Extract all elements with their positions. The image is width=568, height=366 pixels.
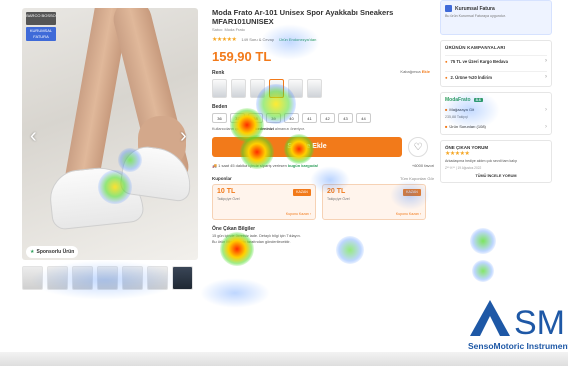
color-swatches xyxy=(212,79,434,98)
color-swatch-selected[interactable] xyxy=(269,79,284,98)
invoice-icon xyxy=(445,5,452,12)
store-link-row[interactable]: ■ Ürün Sorunları (108) › xyxy=(445,124,547,130)
size-label: Beden xyxy=(212,104,228,110)
store-score: 8.6 xyxy=(473,98,483,102)
thumbnail-image[interactable] xyxy=(147,266,168,290)
thumbnail-image[interactable] xyxy=(47,266,68,290)
store-icon: ■ xyxy=(445,107,448,112)
product-image-gallery[interactable]: BARCO BOSSO KURUMSAL FATURA ‹ › ★ Sponsor… xyxy=(22,8,198,260)
origin-label: Ürün Endonezya'dan xyxy=(279,37,317,42)
store-card: ModaFrato 8.6 ■ Mağazaya Git › 235,88 Takip… xyxy=(440,92,552,135)
coupon-desc: Takipçiye Özel xyxy=(327,197,350,201)
seller-badge: BARCO BOSSO xyxy=(26,12,56,25)
feature-item: Bu ürün Moda Frato tarafından gönderilec… xyxy=(212,240,291,244)
rating-row: ★★★★★ 149 Soru & Cevap Ürün Endonezya'da… xyxy=(212,36,434,43)
right-sidebar: Kurumsal Fatura Bu ürün Kurumsal Faturay… xyxy=(440,0,552,278)
smi-brand-name: SensoMotoric Instruments xyxy=(468,341,568,351)
review-card: ÖNE ÇIKAN YORUM ★★★★★ Arkadaşıma hediye … xyxy=(440,140,552,183)
features-title: Öne Çıkan Bilgiler xyxy=(212,226,256,232)
campaigns-card: ÜRÜNÜN KAMPANYALARI ● 75 TL ve Üzeri Karg… xyxy=(440,40,552,87)
questions-icon: ■ xyxy=(445,124,448,129)
size-option[interactable]: 44 xyxy=(356,113,371,123)
coupon-claim-tag[interactable]: KAZAN xyxy=(403,189,421,196)
thumbnail-image[interactable] xyxy=(122,266,143,290)
campaign-tag-icon: ● xyxy=(445,58,448,64)
rating-stars-icon[interactable]: ★★★★★ xyxy=(212,36,237,43)
campaigns-head: ÜRÜNÜN KAMPANYALARI xyxy=(445,45,506,50)
gallery-prev-arrow-icon[interactable]: ‹ xyxy=(30,126,37,146)
truck-icon: 🚚 xyxy=(212,163,217,168)
product-price: 159,90 TL xyxy=(212,49,272,64)
collection-add-link[interactable]: Kabağımca Ekle xyxy=(400,69,430,74)
size-option[interactable]: 41 xyxy=(302,113,317,123)
sponsored-star-icon: ★ xyxy=(30,249,35,255)
color-swatch[interactable] xyxy=(212,79,227,98)
size-option[interactable]: 39 xyxy=(266,113,281,123)
coupon-list: 10 TL KAZAN Takipçiye Özel Kuponu Kazan … xyxy=(212,184,434,220)
coupon-claim-link[interactable]: Kuponu Kazan › xyxy=(286,212,311,216)
thumbnail-image[interactable] xyxy=(22,266,43,290)
all-coupons-link[interactable]: Tüm Kuponları Gör xyxy=(400,176,434,181)
size-option[interactable]: 42 xyxy=(320,113,335,123)
product-info: Moda Frato Ar-101 Unisex Spor Ayakkabı S… xyxy=(212,8,434,308)
seller-link[interactable]: Satıcı: Moda Frato xyxy=(212,27,434,32)
gallery-next-arrow-icon[interactable]: › xyxy=(180,126,187,146)
sponsored-text: Sponsorlu Ürün xyxy=(36,249,75,255)
corporate-sub: Bu ürün Kurumsal Faturaya uygundur. xyxy=(445,14,506,18)
size-recommendation: Kullanıcıların çoğu kendi bedeninizi alm… xyxy=(212,127,305,131)
size-option[interactable]: 43 xyxy=(338,113,353,123)
thumbnail-strip xyxy=(22,266,198,290)
sponsored-label: ★ Sponsorlu Ürün xyxy=(26,246,79,258)
size-option[interactable]: 36 xyxy=(212,113,227,123)
favorite-heart-icon[interactable]: ♡ xyxy=(408,137,428,157)
coupons-header: Kuponlar Tüm Kuponları Gör xyxy=(212,176,434,181)
size-option[interactable]: 40 xyxy=(284,113,299,123)
store-followers: 235,88 Takipçi xyxy=(445,115,468,119)
corporate-invoice-badge: KURUMSAL FATURA xyxy=(26,27,56,41)
smi-logo: SMI SensoMotoric Instruments xyxy=(468,296,568,356)
chevron-right-icon: › xyxy=(545,74,547,80)
store-name[interactable]: ModaFrato xyxy=(445,97,471,103)
qa-link[interactable]: 149 Soru & Cevap xyxy=(241,37,274,42)
campaign-item[interactable]: ● 75 TL ve Üzeri Kargo Bedava › xyxy=(445,55,547,66)
coupon-claim-tag[interactable]: KAZAN xyxy=(293,189,311,196)
chevron-right-icon: › xyxy=(545,124,547,130)
coupon-card[interactable]: 20 TL KAZAN Takipçiye Özel Kuponu Kazan … xyxy=(322,184,426,220)
color-swatch[interactable] xyxy=(288,79,303,98)
coupons-title: Kuponlar xyxy=(212,176,232,181)
size-option[interactable]: 37 xyxy=(230,113,245,123)
size-option[interactable]: 38 xyxy=(248,113,263,123)
color-swatch[interactable] xyxy=(231,79,246,98)
add-to-cart-button[interactable]: Sepete Ekle xyxy=(212,137,402,157)
corporate-invoice-card[interactable]: Kurumsal Fatura Bu ürün Kurumsal Faturay… xyxy=(440,0,552,35)
product-title: Moda Frato Ar-101 Unisex Spor Ayakkabı S… xyxy=(212,8,394,26)
screenshot-stage: BARCO BOSSO KURUMSAL FATURA ‹ › ★ Sponsor… xyxy=(0,0,568,366)
thumbnail-image[interactable] xyxy=(72,266,93,290)
coupon-desc: Takipçiye Özel xyxy=(217,197,240,201)
coupon-card[interactable]: 10 TL KAZAN Takipçiye Özel Kuponu Kazan … xyxy=(212,184,316,220)
cart-row: Sepete Ekle ♡ xyxy=(212,137,434,157)
campaign-item[interactable]: ● 2. Ürüne %20 İndirim › xyxy=(445,71,547,82)
size-options: 36 37 38 39 40 41 42 43 44 xyxy=(212,113,380,123)
bottom-strip xyxy=(0,352,568,366)
corporate-title: Kurumsal Fatura xyxy=(455,5,495,12)
coupon-claim-link[interactable]: Kuponu Kazan › xyxy=(396,212,421,216)
thumbnail-image[interactable] xyxy=(172,266,193,290)
smi-letters: SMI xyxy=(514,304,568,340)
thumbnail-image[interactable] xyxy=(97,266,118,290)
campaign-tag-icon: ● xyxy=(445,74,448,80)
color-swatch[interactable] xyxy=(307,79,322,98)
color-swatch[interactable] xyxy=(250,79,265,98)
all-reviews-button[interactable]: TÜMÜ İNCELE YORUM xyxy=(445,174,547,178)
chevron-right-icon: › xyxy=(545,107,547,113)
delivery-info: 🚚 1 saat 45 dakika içinde sipariş verirs… xyxy=(212,163,434,168)
chevron-right-icon: › xyxy=(545,58,547,64)
favorite-count: +6000 favori xyxy=(411,163,434,168)
store-link-row[interactable]: ■ Mağazaya Git › xyxy=(445,107,547,113)
smi-logo-mark: SMI xyxy=(470,300,568,342)
review-meta: Z** K** | 19 Ağustos 2022 xyxy=(445,166,482,170)
review-text: Arkadaşıma hediye aldım çok sevdi tam ka… xyxy=(445,159,518,163)
feature-item: 15 gün içinde ücretsiz iade. Detaylı bil… xyxy=(212,234,301,238)
review-stars-icon: ★★★★★ xyxy=(445,151,470,157)
